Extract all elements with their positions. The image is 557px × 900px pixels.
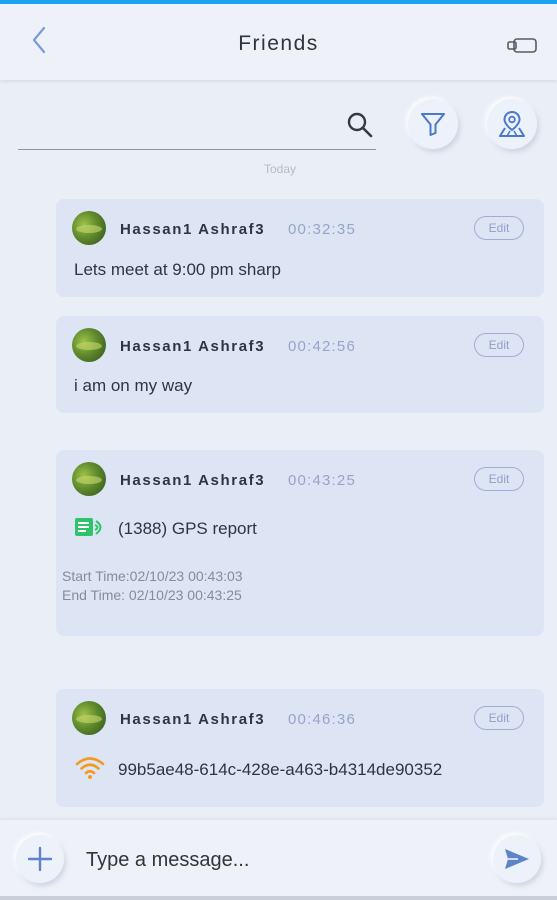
message-card: Hassan1 Ashraf3 00:43:25 Edit (1388) GPS… xyxy=(56,450,544,636)
message-composer xyxy=(0,820,557,900)
app-header: Friends xyxy=(0,4,557,80)
filter-button[interactable] xyxy=(408,99,458,149)
message-time: 00:43:25 xyxy=(288,472,356,489)
sender-name: Hassan1 Ashraf3 xyxy=(120,472,266,489)
message-card: Hassan1 Ashraf3 00:42:56 Edit i am on my… xyxy=(56,316,544,413)
edit-button[interactable]: Edit xyxy=(474,333,524,357)
avatar[interactable] xyxy=(72,701,106,735)
add-attachment-button[interactable] xyxy=(16,835,64,883)
end-time: End Time: 02/10/23 00:43:25 xyxy=(62,587,242,603)
search-input[interactable] xyxy=(18,100,318,146)
message-card: Hassan1 Ashraf3 00:46:36 Edit 99b5ae48-6… xyxy=(56,689,544,807)
avatar[interactable] xyxy=(72,328,106,362)
search-button[interactable] xyxy=(346,111,374,139)
message-input[interactable] xyxy=(80,840,480,880)
edit-button[interactable]: Edit xyxy=(474,706,524,730)
message-time: 00:46:36 xyxy=(288,711,356,728)
sender-name: Hassan1 Ashraf3 xyxy=(120,221,266,238)
date-divider: Today xyxy=(255,162,305,180)
message-text: i am on my way xyxy=(74,376,193,395)
message-text: 99b5ae48-614c-428e-a463-b4314de90352 xyxy=(118,760,443,779)
edit-button[interactable]: Edit xyxy=(474,216,524,240)
search-icon xyxy=(347,112,373,138)
sender-name: Hassan1 Ashraf3 xyxy=(120,338,266,355)
map-button[interactable] xyxy=(487,99,537,149)
toggle-icon xyxy=(507,38,537,53)
map-pin-icon xyxy=(499,110,525,137)
message-text: Lets meet at 9:00 pm sharp xyxy=(74,260,281,279)
search-bar xyxy=(18,100,376,150)
send-icon xyxy=(505,849,529,869)
message-card: Hassan1 Ashraf3 00:32:35 Edit Lets meet … xyxy=(56,199,544,297)
gps-report-icon xyxy=(74,516,106,540)
plus-icon xyxy=(27,846,53,872)
sender-name: Hassan1 Ashraf3 xyxy=(120,711,266,728)
message-time: 00:32:35 xyxy=(288,221,356,238)
start-time: Start Time:02/10/23 00:43:03 xyxy=(62,568,243,584)
filter-icon xyxy=(421,113,445,136)
avatar[interactable] xyxy=(72,211,106,245)
edit-button[interactable]: Edit xyxy=(474,467,524,491)
avatar[interactable] xyxy=(72,462,106,496)
toggle-button[interactable] xyxy=(506,34,538,58)
wifi-icon xyxy=(74,755,106,781)
page-title: Friends xyxy=(238,32,319,55)
screen-bottom-edge xyxy=(0,896,557,900)
message-text: (1388) GPS report xyxy=(118,519,257,538)
send-button[interactable] xyxy=(493,835,541,883)
message-time: 00:42:56 xyxy=(288,338,356,355)
